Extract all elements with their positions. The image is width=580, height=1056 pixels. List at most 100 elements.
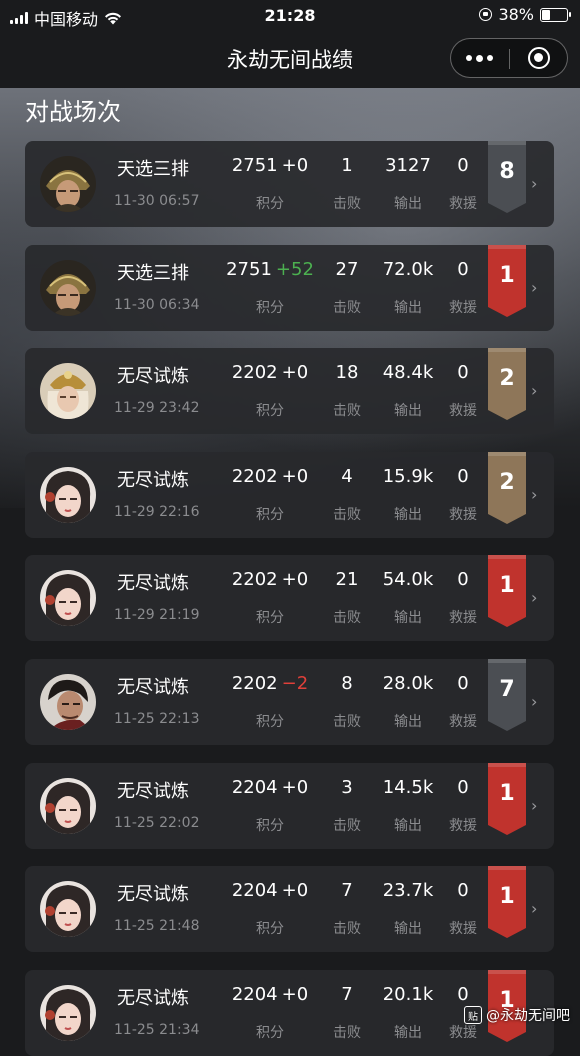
battery-icon bbox=[540, 7, 571, 22]
match-card[interactable]: 无尽试炼 11-25 22:13 2202 −2 积分 8 击败 28.0k 输出 0 救援 7 › bbox=[25, 659, 554, 745]
rescue-value: 0 bbox=[457, 569, 469, 591]
damage-label: 输出 bbox=[394, 921, 422, 938]
kills-label: 击败 bbox=[333, 714, 361, 730]
rescue-value: 0 bbox=[457, 673, 469, 694]
rescue-value: 0 bbox=[457, 362, 469, 384]
hero-avatar bbox=[40, 984, 96, 1041]
battery-percent: 38% bbox=[498, 5, 534, 24]
score-delta: +0 bbox=[281, 983, 309, 1005]
match-card[interactable]: 无尽试炼 11-29 23:42 2202 +0 积分 18 击败 48.4k 输出 0 救援 2 › bbox=[25, 348, 554, 435]
damage-value: 28.0k bbox=[382, 673, 434, 694]
kills-label: 击败 bbox=[333, 506, 361, 523]
rank-number: 2 bbox=[499, 366, 515, 392]
more-dots-icon[interactable] bbox=[466, 54, 493, 62]
damage-label: 输出 bbox=[394, 610, 422, 627]
score-number: 2202 bbox=[231, 362, 278, 384]
kills-label: 击败 bbox=[333, 299, 361, 316]
score-label: 积分 bbox=[256, 610, 284, 627]
match-date: 11-29 23:42 bbox=[114, 400, 200, 417]
score-delta: +52 bbox=[275, 258, 314, 280]
rescue-label: 救援 bbox=[449, 196, 477, 212]
status-bar: 中国移动 21:28 38% bbox=[0, 0, 580, 32]
rank-number: 8 bbox=[499, 159, 515, 184]
damage-label: 输出 bbox=[394, 817, 422, 834]
watermark: 贴 @永劫无间吧 bbox=[464, 1005, 570, 1025]
damage-label: 输出 bbox=[394, 714, 422, 730]
kills-label: 击败 bbox=[333, 196, 361, 212]
match-date: 11-29 22:16 bbox=[114, 503, 200, 520]
match-date: 11-30 06:34 bbox=[114, 296, 200, 313]
rank-number: 1 bbox=[499, 780, 515, 806]
chevron-right-icon: › bbox=[531, 899, 538, 919]
score-number: 2204 bbox=[231, 776, 278, 798]
match-mode: 无尽试炼 bbox=[117, 469, 189, 491]
score-value: 2204 +0 bbox=[220, 984, 320, 1005]
score-number: 2202 bbox=[231, 465, 278, 487]
score-label: 积分 bbox=[256, 1024, 284, 1041]
damage-label: 输出 bbox=[394, 403, 422, 420]
rescue-label: 救援 bbox=[449, 506, 477, 523]
match-date: 11-25 22:13 bbox=[114, 711, 200, 727]
match-card[interactable]: 无尽试炼 11-25 21:48 2204 +0 积分 7 击败 23.7k 输出 0 救援 1 › bbox=[25, 866, 554, 953]
score-delta: −2 bbox=[281, 673, 309, 694]
rescue-label: 救援 bbox=[449, 610, 477, 627]
close-target-icon[interactable] bbox=[528, 47, 550, 69]
kills-label: 击败 bbox=[333, 1024, 361, 1041]
score-value: 2202 +0 bbox=[220, 466, 320, 487]
score-number: 2751 bbox=[226, 258, 272, 280]
match-mode: 无尽试炼 bbox=[117, 366, 189, 388]
rank-number: 1 bbox=[499, 573, 515, 599]
kills-value: 7 bbox=[341, 983, 353, 1005]
match-date: 11-25 21:48 bbox=[114, 918, 200, 935]
chevron-right-icon: › bbox=[531, 174, 538, 193]
rank-number: 7 bbox=[499, 677, 515, 702]
hero-avatar bbox=[40, 777, 96, 834]
damage-value: 23.7k bbox=[382, 880, 434, 902]
rescue-label: 救援 bbox=[449, 714, 477, 730]
score-value: 2751 +52 bbox=[220, 259, 320, 280]
score-value: 2751 +0 bbox=[220, 155, 320, 176]
score-number: 2202 bbox=[231, 569, 278, 591]
damage-value: 72.0k bbox=[382, 258, 434, 280]
score-label: 积分 bbox=[256, 299, 284, 316]
match-mode: 无尽试炼 bbox=[117, 677, 189, 698]
damage-value: 3127 bbox=[385, 155, 431, 176]
rescue-value: 0 bbox=[457, 155, 469, 176]
score-label: 积分 bbox=[256, 714, 284, 730]
score-label: 积分 bbox=[256, 506, 284, 523]
kills-value: 27 bbox=[335, 258, 359, 280]
rescue-value: 0 bbox=[457, 465, 469, 487]
match-date: 11-30 06:57 bbox=[114, 193, 200, 209]
rescue-value: 0 bbox=[457, 258, 469, 280]
hero-avatar bbox=[40, 156, 96, 212]
rank-badge: 1 bbox=[488, 866, 526, 939]
match-mode: 无尽试炼 bbox=[117, 987, 189, 1009]
score-delta: +0 bbox=[281, 465, 309, 487]
match-card[interactable]: 无尽试炼 11-29 22:16 2202 +0 积分 4 击败 15.9k 输出 0 救援 2 › bbox=[25, 451, 554, 538]
rotation-lock-icon bbox=[479, 8, 493, 21]
score-delta: +0 bbox=[281, 569, 309, 591]
damage-value: 48.4k bbox=[382, 362, 434, 384]
kills-value: 1 bbox=[341, 155, 353, 176]
match-mode: 天选三排 bbox=[117, 159, 189, 180]
match-card[interactable]: 无尽试炼 11-25 22:02 2204 +0 积分 3 击败 14.5k 输出 0 救援 1 › bbox=[25, 762, 554, 849]
damage-value: 20.1k bbox=[382, 983, 434, 1005]
match-card[interactable]: 天选三排 11-30 06:57 2751 +0 积分 1 击败 3127 输出 0 救援 8 › bbox=[25, 141, 554, 227]
match-card[interactable]: 无尽试炼 11-29 21:19 2202 +0 积分 21 击败 54.0k 输出 0 救援 1 › bbox=[25, 555, 554, 642]
match-card[interactable]: 天选三排 11-30 06:34 2751 +52 积分 27 击败 72.0k 输出 0 救援 1 › bbox=[25, 244, 554, 331]
miniprogram-capsule bbox=[450, 38, 568, 78]
rank-badge: 1 bbox=[488, 555, 526, 628]
rescue-value: 0 bbox=[457, 983, 469, 1005]
kills-label: 击败 bbox=[333, 921, 361, 938]
score-delta: +0 bbox=[281, 776, 309, 798]
score-number: 2751 bbox=[231, 155, 278, 176]
rank-badge: 7 bbox=[488, 659, 526, 731]
damage-value: 54.0k bbox=[382, 569, 434, 591]
score-delta: +0 bbox=[281, 362, 309, 384]
match-date: 11-29 21:19 bbox=[114, 607, 200, 624]
section-title: 对战场次 bbox=[25, 98, 121, 126]
score-delta: +0 bbox=[281, 155, 309, 176]
score-number: 2202 bbox=[231, 673, 278, 694]
chevron-right-icon: › bbox=[531, 484, 538, 504]
rescue-value: 0 bbox=[457, 880, 469, 902]
